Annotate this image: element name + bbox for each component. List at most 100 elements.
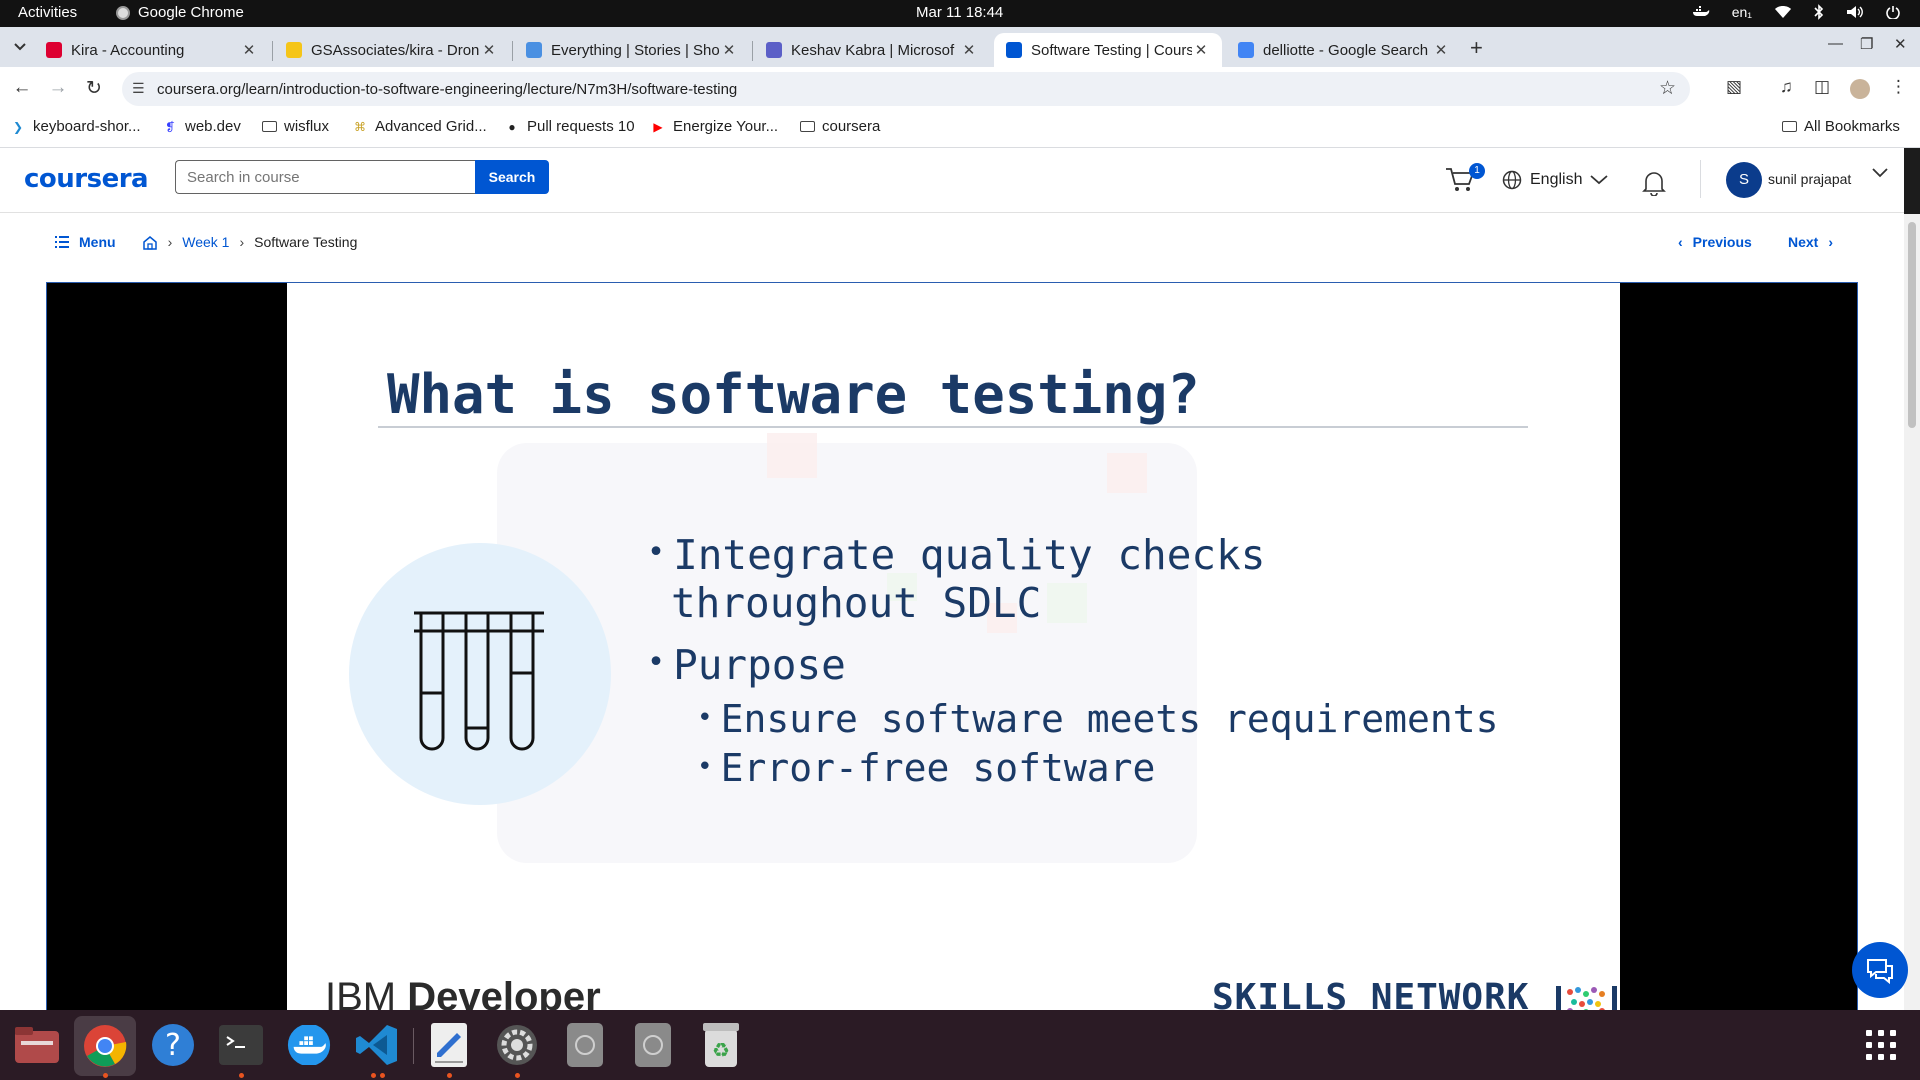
chat-bubbles-icon [1867,959,1893,985]
bookmark-item[interactable]: ❯ keyboard-shor... [10,118,141,135]
language-selector[interactable]: English [1502,170,1609,190]
chevron-right-icon: › [1828,234,1834,250]
browser-tab[interactable]: Software Testing | Cours ✕ [994,33,1222,67]
new-tab-button[interactable]: + [1470,35,1483,61]
maximize-button[interactable]: ❐ [1860,35,1873,53]
tab-title: Software Testing | Cours [1031,41,1192,59]
cart-count-badge: 1 [1469,163,1485,179]
bookmark-label: Energize Your... [673,118,779,135]
running-indicator [371,1073,376,1078]
folder-icon [800,121,815,132]
search-input[interactable] [175,160,475,194]
close-tab-icon[interactable]: ✕ [720,41,738,59]
browser-tab[interactable]: Keshav Kabra | Microsof ✕ [754,33,990,67]
browser-tab[interactable]: Kira - Accounting ✕ [34,33,270,67]
tab-title: Everything | Stories | Sho [551,41,720,59]
close-tab-icon[interactable]: ✕ [1432,41,1450,59]
help-icon[interactable]: ? [150,1022,196,1068]
tab-strip: Kira - Accounting ✕ GSAssociates/kira - Dr… [0,27,1920,67]
close-window-button[interactable]: ✕ [1894,35,1907,53]
menu-button[interactable]: Menu [55,234,116,250]
bookmark-star-icon[interactable]: ☆ [1659,77,1676,100]
bookmark-item[interactable]: ❡ web.dev [162,118,241,135]
media-controls-icon[interactable]: ♫ [1780,77,1793,97]
bookmarks-bar: ❯ keyboard-shor... ❡ web.dev wisflux ⌘ Advance… [0,111,1920,148]
reload-button[interactable]: ↻ [82,77,106,100]
lecture-slide: What is software testing? • Integrate qua… [287,283,1620,1010]
close-tab-icon[interactable]: ✕ [240,41,258,59]
svg-text:?: ? [165,1028,181,1063]
bookmark-icon: ⌘ [354,119,366,134]
side-panel-icon[interactable]: ◫ [1814,77,1830,97]
activities-button[interactable]: Activities [18,4,77,21]
bookmark-item[interactable]: ● Pull requests 10 [504,118,634,135]
sub-bullet-2: • Error-free software [697,746,1156,790]
close-tab-icon[interactable]: ✕ [960,41,978,59]
bookmark-item[interactable]: ⌘ Advanced Grid... [352,118,487,135]
next-label: Next [1788,234,1819,250]
browser-tab[interactable]: delliotte - Google Search ✕ [1226,33,1462,67]
text-editor-icon[interactable] [426,1022,472,1068]
trash-icon[interactable]: ♻ [698,1022,744,1068]
notifications-bell-icon[interactable] [1642,170,1666,196]
angular-icon [46,42,62,58]
url-text[interactable]: coursera.org/learn/introduction-to-softw… [157,81,737,98]
forward-button[interactable]: → [46,77,70,99]
keyboard-layout[interactable]: en₁ [1732,4,1752,20]
docker-icon[interactable] [286,1022,332,1068]
browser-tab[interactable]: GSAssociates/kira - Dron ✕ [274,33,510,67]
system-tray[interactable]: en₁ [1692,4,1900,20]
bluetooth-icon[interactable] [1814,4,1824,20]
close-tab-icon[interactable]: ✕ [480,41,498,59]
chat-assistant-button[interactable] [1852,942,1908,998]
disk-icon-2[interactable] [630,1022,676,1068]
folder-icon [262,121,277,132]
wifi-icon[interactable] [1774,5,1792,19]
terminal-icon[interactable] [218,1022,264,1068]
extensions-icon[interactable]: ▧ [1726,77,1742,97]
disk-icon[interactable] [562,1022,608,1068]
chrome-icon[interactable] [74,1016,136,1076]
user-avatar[interactable]: S [1726,162,1762,198]
profile-avatar-icon[interactable] [1850,79,1870,99]
running-indicator [515,1073,520,1078]
teams-icon [766,42,782,58]
github-icon: ● [508,119,516,134]
user-name[interactable]: sunil prajapat [1768,171,1851,187]
bookmark-item[interactable]: ▶ Energize Your... [650,118,778,135]
clock[interactable]: Mar 11 18:44 [916,4,1003,21]
show-applications-icon[interactable] [1866,1030,1898,1062]
chevron-down-icon[interactable] [1872,168,1888,178]
vscode-icon[interactable] [354,1022,400,1068]
page-scrollbar-thumb[interactable] [1908,222,1916,428]
breadcrumb: Menu › Week 1 › Software Testing [55,234,357,250]
breadcrumb-week[interactable]: Week 1 [182,234,229,250]
tab-search-button[interactable] [8,36,32,58]
bookmark-item[interactable]: wisflux [262,118,329,135]
minimize-button[interactable]: — [1828,35,1843,52]
docker-tray-icon[interactable] [1692,5,1710,19]
search-button[interactable]: Search [475,160,549,194]
volume-icon[interactable] [1846,5,1864,19]
chrome-menu-icon[interactable]: ⋮ [1890,77,1907,97]
bookmark-item[interactable]: coursera [800,118,880,135]
power-icon[interactable] [1886,5,1900,19]
app-menu[interactable]: Google Chrome [116,4,244,21]
previous-button[interactable]: ‹ Previous [1678,234,1752,250]
home-icon[interactable] [142,235,158,250]
next-button[interactable]: Next › [1788,234,1833,250]
video-player[interactable]: What is software testing? • Integrate qua… [46,282,1858,1010]
ibm-developer-logo: IBM Developer [325,975,601,1010]
coursera-logo[interactable]: coursera [24,164,149,194]
close-tab-icon[interactable]: ✕ [1192,41,1210,59]
back-button[interactable]: ← [10,77,34,99]
settings-icon[interactable] [494,1022,540,1068]
browser-tab[interactable]: Everything | Stories | Sho ✕ [514,33,750,67]
files-icon[interactable] [14,1022,60,1068]
site-info-icon[interactable]: ☰ [132,80,145,97]
all-bookmarks-button[interactable]: All Bookmarks [1782,118,1900,135]
address-bar[interactable]: ☰ coursera.org/learn/introduction-to-sof… [122,72,1690,106]
dock-separator [413,1028,414,1064]
storybook-icon [526,42,542,58]
sub-bullet-1: • Ensure software meets requirements [697,697,1499,741]
